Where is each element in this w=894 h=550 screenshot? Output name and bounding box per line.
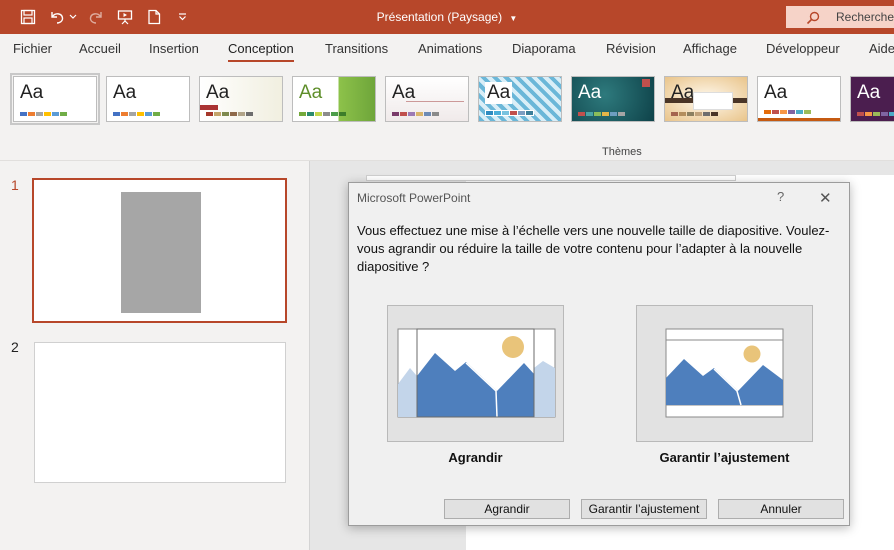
tab-affichage[interactable]: Affichage — [683, 41, 737, 56]
slide-1-gray-rectangle — [121, 192, 201, 313]
new-document-icon[interactable] — [144, 6, 164, 28]
search-box[interactable]: Rechercher — [786, 6, 894, 28]
ensure-fit-option-label: Garantir l’ajustement — [659, 450, 790, 465]
title-dropdown-icon[interactable]: ▼ — [509, 14, 517, 23]
tab-transitions[interactable]: Transitions — [325, 41, 388, 56]
theme-color-swatches — [299, 112, 346, 116]
theme-preview-text: Aa — [206, 82, 230, 103]
save-icon[interactable] — [18, 6, 38, 28]
theme-4[interactable]: Aa — [292, 76, 376, 122]
tab-conception[interactable]: Conception — [228, 41, 294, 62]
theme-card — [693, 92, 733, 110]
ensure-fit-button[interactable]: Garantir l’ajustement — [581, 499, 707, 519]
theme-color-swatches — [578, 112, 625, 116]
cancel-button[interactable]: Annuler — [718, 499, 844, 519]
search-icon — [806, 10, 820, 32]
slide-thumbnail-1[interactable] — [32, 178, 287, 323]
theme-preview-text: Aa — [578, 82, 602, 103]
tab-aide[interactable]: Aide — [869, 41, 894, 56]
maximize-option-label: Agrandir — [448, 450, 503, 465]
theme-preview-text: Aa — [113, 82, 137, 103]
help-button[interactable]: ? — [777, 189, 784, 204]
title-bar: Présentation (Paysage) ▼ Rechercher — [0, 0, 894, 34]
undo-dropdown-icon[interactable] — [68, 6, 78, 28]
maximize-button[interactable]: Agrandir — [444, 499, 570, 519]
dialog-title: Microsoft PowerPoint — [357, 191, 471, 205]
maximize-illustration-icon — [397, 328, 556, 418]
close-button[interactable]: ✕ — [819, 189, 832, 207]
start-slideshow-icon[interactable] — [115, 6, 135, 28]
theme-color-swatches — [857, 112, 894, 116]
theme-rule — [406, 101, 464, 102]
theme-7[interactable]: Aa — [571, 76, 655, 122]
theme-10[interactable]: Aa — [850, 76, 894, 122]
theme-color-swatches — [392, 112, 439, 116]
theme-6[interactable]: Aa — [478, 76, 562, 122]
customize-toolbar-icon[interactable] — [176, 6, 188, 28]
theme-bottom-bar — [758, 118, 840, 121]
scale-content-dialog: Microsoft PowerPoint ? ✕ Vous effectuez … — [348, 182, 850, 526]
ribbon-themes-panel: Aa Aa Aa Aa Aa Aa Aa Aa Aa Aa Thèmes — [0, 64, 894, 161]
tab-animations[interactable]: Animations — [418, 41, 482, 56]
theme-8[interactable]: Aa — [664, 76, 748, 122]
theme-preview-text: Aa — [764, 82, 788, 103]
theme-preview-text: Aa — [299, 82, 323, 103]
search-label: Rechercher — [836, 10, 894, 24]
slide-thumbnail-2[interactable] — [34, 342, 286, 483]
theme-9[interactable]: Aa — [757, 76, 841, 122]
theme-color-swatches — [485, 110, 534, 116]
tab-fichier[interactable]: Fichier — [13, 41, 52, 56]
slide-number-1: 1 — [11, 177, 19, 193]
theme-accent-bar — [200, 105, 218, 110]
ensure-fit-option-tile[interactable] — [636, 305, 813, 442]
ribbon-tabs: Fichier Accueil Insertion Conception Tra… — [0, 34, 894, 64]
undo-icon[interactable] — [47, 6, 67, 28]
theme-office[interactable]: Aa — [10, 73, 100, 125]
maximize-option-tile[interactable] — [387, 305, 564, 442]
theme-color-swatches — [206, 112, 253, 116]
slide-shadow-edge — [366, 175, 736, 181]
theme-color-swatches — [764, 110, 811, 114]
slide-thumbnails-pane: 1 2 — [0, 161, 310, 550]
tab-accueil[interactable]: Accueil — [79, 41, 121, 56]
tab-diaporama[interactable]: Diaporama — [512, 41, 576, 56]
theme-preview-text: Aa — [20, 82, 44, 103]
theme-preview-text: Aa — [485, 82, 513, 104]
ensure-fit-illustration-icon — [665, 328, 784, 418]
dialog-message: Vous effectuez une mise à l’échelle vers… — [357, 223, 830, 274]
slide-number-2: 2 — [11, 339, 19, 355]
tab-developpeur[interactable]: Développeur — [766, 41, 840, 56]
theme-accent-square — [642, 79, 650, 87]
theme-color-swatches — [113, 112, 160, 116]
tab-insertion[interactable]: Insertion — [149, 41, 199, 56]
theme-preview-text: Aa — [857, 82, 881, 103]
theme-office-2[interactable]: Aa — [106, 76, 190, 122]
theme-color-swatches — [20, 112, 67, 116]
themes-group-label: Thèmes — [602, 146, 642, 158]
document-title-text: Présentation (Paysage) — [376, 10, 503, 24]
theme-color-swatches — [671, 112, 718, 116]
theme-3[interactable]: Aa — [199, 76, 283, 122]
redo-icon[interactable] — [86, 6, 106, 28]
theme-5[interactable]: Aa — [385, 76, 469, 122]
tab-revision[interactable]: Révision — [606, 41, 656, 56]
